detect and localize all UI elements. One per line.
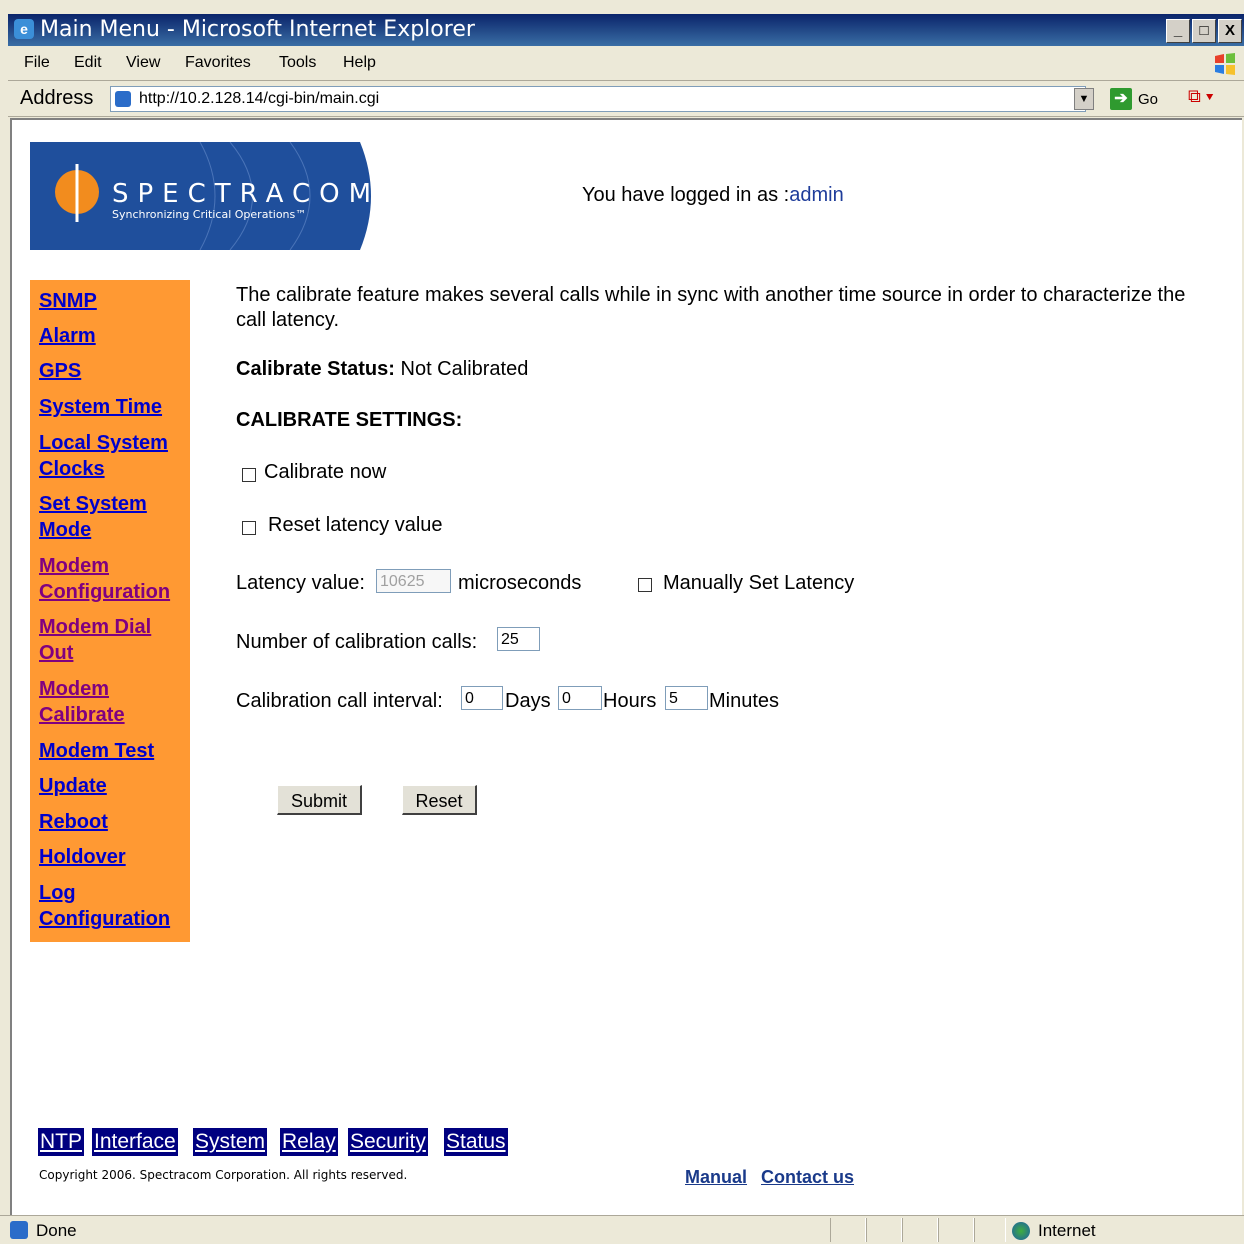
menu-favorites[interactable]: Favorites [185, 54, 251, 72]
interval-minutes-input[interactable]: 5 [665, 686, 708, 710]
footer-nav-status-log[interactable]: Status & Log [444, 1128, 508, 1181]
menu-file[interactable]: File [24, 54, 50, 72]
sidebar-item-reboot[interactable]: Reboot [39, 809, 108, 835]
address-dropdown-button[interactable]: ▼ [1074, 88, 1094, 110]
interval-hours-input[interactable]: 0 [558, 686, 602, 710]
minimize-button[interactable]: _ [1166, 19, 1190, 43]
interval-days-input[interactable]: 0 [461, 686, 503, 710]
calibrate-now-label: Calibrate now [264, 461, 387, 483]
login-prefix: You have logged in as : [582, 184, 790, 206]
login-username: admin [789, 184, 844, 206]
maximize-button[interactable]: □ [1192, 19, 1216, 43]
page-icon [115, 91, 131, 107]
interval-minutes-unit: Minutes [709, 690, 780, 712]
page-content: SPECTRACOM Synchronizing Critical Operat… [10, 118, 1242, 1215]
go-arrow-icon: ➔ [1110, 88, 1132, 110]
sidebar-item-local-system-clocks[interactable]: Local System Clocks [39, 430, 168, 482]
close-button[interactable]: X [1218, 19, 1242, 43]
security-zone-text: Internet [1038, 1221, 1096, 1240]
logo-brand-name: SPECTRACOM [112, 179, 380, 209]
manual-latency-checkbox[interactable] [638, 578, 652, 592]
address-label: Address [20, 87, 94, 109]
status-cell [974, 1218, 1006, 1242]
address-bar: Address http://10.2.128.14/cgi-bin/main.… [8, 82, 1244, 117]
page-done-icon [10, 1221, 28, 1239]
status-cell [938, 1218, 974, 1242]
interval-days-unit: Days [505, 690, 551, 712]
sidebar-item-set-system-mode[interactable]: Set System Mode [39, 491, 147, 543]
menu-view[interactable]: View [126, 54, 160, 72]
latency-unit: microseconds [458, 572, 582, 594]
reset-latency-checkbox[interactable] [242, 521, 256, 535]
sidebar-item-update[interactable]: Update [39, 773, 107, 799]
window-title: Main Menu - Microsoft Internet Explorer [40, 17, 475, 42]
manual-latency-label: Manually Set Latency [663, 572, 855, 594]
internet-zone-icon [1012, 1222, 1030, 1240]
calibrate-status: Calibrate Status: Not Calibrated [236, 358, 528, 381]
footer-nav-ntp[interactable]: NTP [38, 1128, 84, 1156]
interval-label: Calibration call interval: [236, 690, 443, 712]
footer-nav-security[interactable]: Security [348, 1128, 428, 1156]
sidebar-item-modem-calibrate[interactable]: Modem Calibrate [39, 676, 125, 728]
status-text: Done [36, 1221, 77, 1240]
spectracom-logo: SPECTRACOM Synchronizing Critical Operat… [30, 142, 380, 250]
interval-hours-unit: Hours [603, 690, 657, 712]
menu-tools[interactable]: Tools [279, 54, 316, 72]
footer-nav-relay[interactable]: Relay [280, 1128, 338, 1156]
footer-nav-system[interactable]: System [193, 1128, 268, 1156]
menu-help[interactable]: Help [343, 54, 376, 72]
logo-tagline: Synchronizing Critical Operations™ [112, 208, 306, 221]
go-label: Go [1138, 91, 1159, 108]
title-bar[interactable]: e Main Menu - Microsoft Internet Explore… [8, 14, 1244, 46]
sidebar-item-modem-dial-out[interactable]: Modem Dial Out [39, 614, 151, 666]
go-button[interactable]: ➔ Go [1110, 88, 1170, 110]
latency-label: Latency value: [236, 572, 365, 594]
status-cell [866, 1218, 902, 1242]
sidebar-item-system-time[interactable]: System Time [39, 394, 162, 420]
contact-us-link[interactable]: Contact us [761, 1167, 854, 1188]
submit-button[interactable]: Submit [277, 785, 362, 815]
status-value: Not Calibrated [400, 358, 529, 380]
calibrate-now-checkbox[interactable] [242, 468, 256, 482]
windows-logo-icon [1215, 53, 1235, 75]
status-label: Calibrate Status: [236, 358, 395, 380]
menu-bar: File Edit View Favorites Tools Help [8, 48, 1244, 81]
sidebar-item-gps[interactable]: GPS [39, 358, 81, 384]
ie-icon: e [14, 19, 34, 39]
address-input[interactable]: http://10.2.128.14/cgi-bin/main.cgi [110, 86, 1086, 112]
status-cell [830, 1218, 866, 1242]
sidebar-item-log-configuration[interactable]: Log Configuration [39, 880, 170, 932]
sidebar-item-alarm[interactable]: Alarm [39, 323, 96, 349]
menu-edit[interactable]: Edit [74, 54, 102, 72]
sidebar-item-snmp[interactable]: SNMP [39, 288, 97, 314]
browser-window: e Main Menu - Microsoft Internet Explore… [0, 0, 1244, 1244]
sidebar-nav: SNMP Alarm GPS System Time Local System C… [30, 280, 190, 942]
status-bar: Done Internet [0, 1215, 1244, 1244]
num-calls-label: Number of calibration calls: [236, 631, 478, 653]
manual-link[interactable]: Manual [685, 1167, 747, 1188]
reset-latency-label: Reset latency value [268, 514, 443, 536]
pdf-toolbar-icon[interactable]: ⧉ ▾ [1188, 86, 1232, 112]
sidebar-item-holdover[interactable]: Holdover [39, 844, 126, 870]
latency-value-input[interactable]: 10625 [376, 569, 451, 593]
window-controls: _ □ X [1166, 19, 1242, 43]
footer-nav-interface[interactable]: Interface [92, 1128, 178, 1156]
copyright-text: Copyright 2006. Spectracom Corporation. … [39, 1168, 408, 1182]
intro-text: The calibrate feature makes several call… [236, 284, 1186, 331]
status-cell [902, 1218, 938, 1242]
reset-button[interactable]: Reset [402, 785, 477, 815]
sidebar-item-modem-configuration[interactable]: Modem Configuration [39, 553, 170, 605]
settings-heading: CALIBRATE SETTINGS: [236, 409, 463, 431]
sidebar-item-modem-test[interactable]: Modem Test [39, 738, 154, 764]
login-status: You have logged in as :admin [582, 184, 844, 207]
address-url: http://10.2.128.14/cgi-bin/main.cgi [139, 90, 380, 107]
num-calls-input[interactable]: 25 [497, 627, 540, 651]
